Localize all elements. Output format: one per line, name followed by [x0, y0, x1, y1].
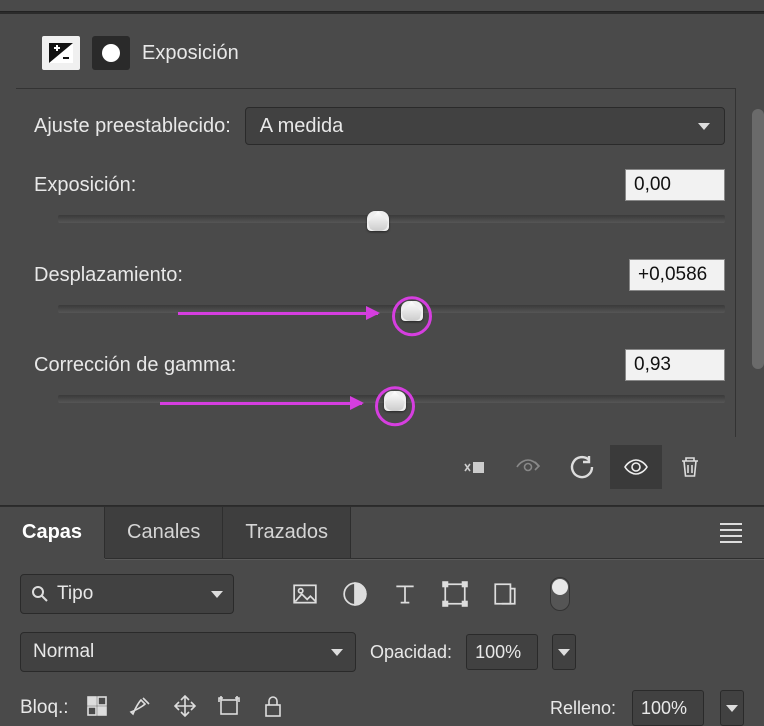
visibility-toggle-button[interactable]: [610, 445, 662, 489]
offset-input[interactable]: [629, 259, 725, 291]
fill-label: Relleno:: [550, 698, 616, 719]
lock-pixels-icon[interactable]: [129, 694, 153, 723]
preset-label: Ajuste preestablecido:: [34, 115, 231, 138]
clip-to-layer-button[interactable]: [448, 445, 500, 489]
blend-mode-value: Normal: [33, 641, 94, 663]
delete-button[interactable]: [664, 445, 716, 489]
layers-panel: Capas Canales Trazados Tipo Normal: [0, 506, 764, 726]
tab-channels[interactable]: Canales: [105, 507, 223, 558]
preset-value: A medida: [260, 115, 343, 138]
panel-menu-button[interactable]: [712, 515, 750, 551]
view-previous-button[interactable]: [502, 445, 554, 489]
layer-mask-icon: [92, 36, 130, 70]
search-icon: [31, 585, 49, 603]
exposure-adjustment-icon: [42, 36, 80, 70]
exposure-label: Exposición:: [34, 174, 136, 197]
offset-slider[interactable]: [58, 305, 725, 343]
panel-title: Exposición: [142, 42, 239, 65]
filter-toggle[interactable]: [550, 577, 570, 611]
kind-label: Tipo: [57, 583, 93, 605]
filter-pixel-icon[interactable]: [292, 581, 318, 607]
annotation-circle: [375, 386, 415, 426]
chevron-down-icon: [698, 123, 710, 130]
opacity-flyout-button[interactable]: [552, 634, 576, 670]
exposure-panel: Exposición Ajuste preestablecido: A medi…: [0, 14, 764, 506]
gamma-slider[interactable]: [58, 395, 725, 433]
preset-select[interactable]: A medida: [245, 107, 725, 145]
opacity-label: Opacidad:: [370, 642, 452, 663]
tab-paths[interactable]: Trazados: [223, 507, 351, 558]
opacity-input[interactable]: 100%: [466, 634, 538, 670]
filter-type-icon[interactable]: [392, 581, 418, 607]
chevron-down-icon: [211, 591, 223, 598]
blend-mode-select[interactable]: Normal: [20, 632, 356, 672]
gamma-input[interactable]: [625, 349, 725, 381]
gamma-label: Corrección de gamma:: [34, 354, 236, 377]
exposure-input[interactable]: [625, 169, 725, 201]
lock-position-icon[interactable]: [173, 694, 197, 723]
annotation-arrow: [160, 402, 362, 405]
panel-tabs: Capas Canales Trazados: [0, 506, 764, 559]
fill-input[interactable]: 100%: [632, 690, 704, 726]
lock-all-icon[interactable]: [261, 694, 285, 723]
layer-filter-kind-select[interactable]: Tipo: [20, 574, 234, 614]
filter-smartobject-icon[interactable]: [492, 581, 518, 607]
fill-flyout-button[interactable]: [720, 690, 744, 726]
annotation-arrow: [178, 312, 378, 315]
top-tab-strip: [0, 0, 764, 12]
filter-shape-icon[interactable]: [442, 581, 468, 607]
chevron-down-icon: [331, 649, 343, 656]
lock-artboard-icon[interactable]: [217, 694, 241, 723]
scrollbar[interactable]: [752, 109, 764, 369]
slider-thumb[interactable]: [367, 211, 389, 231]
lock-transparency-icon[interactable]: [85, 694, 109, 723]
annotation-circle: [392, 296, 432, 336]
exposure-slider[interactable]: [58, 215, 725, 253]
offset-label: Desplazamiento:: [34, 264, 183, 287]
lock-label: Bloq.:: [20, 697, 69, 719]
tab-layers[interactable]: Capas: [0, 507, 105, 558]
filter-adjustment-icon[interactable]: [342, 581, 368, 607]
reset-button[interactable]: [556, 445, 608, 489]
